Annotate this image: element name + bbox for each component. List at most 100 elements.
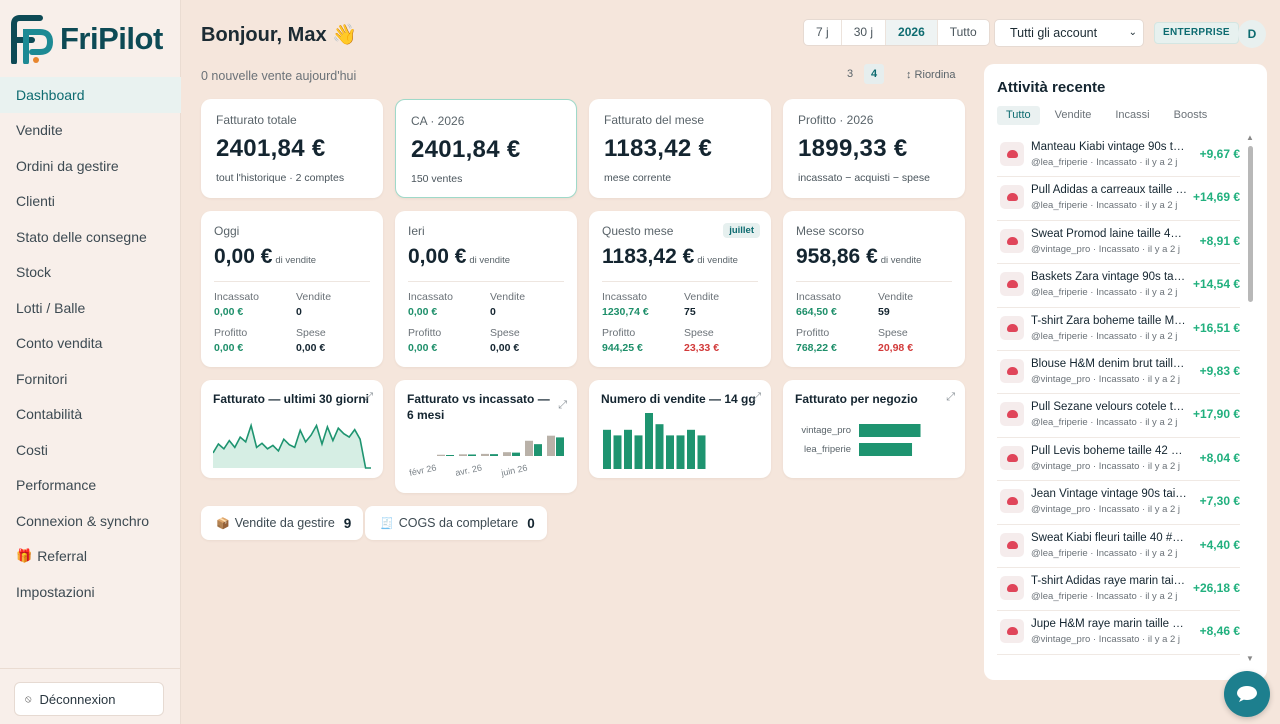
sidebar-item-vendite[interactable]: Vendite — [0, 113, 181, 149]
column-option[interactable]: 4 — [864, 64, 884, 84]
expand-icon[interactable]: ⤢ — [946, 391, 955, 404]
tab-tutto[interactable]: Tutto — [997, 106, 1040, 125]
period-option[interactable]: 30 j — [842, 20, 887, 45]
sidebar-item-clienti[interactable]: Clienti — [0, 184, 181, 220]
chart-title: Fatturato per negozio — [795, 392, 918, 406]
period-option[interactable]: Tutto — [938, 20, 989, 45]
kpi-card[interactable]: Fatturato totale 2401,84 € tout l'historiq… — [201, 99, 383, 198]
kpi-card[interactable]: CA · 2026 2401,84 € 150 ventes — [395, 99, 577, 198]
activity-item[interactable]: Pull Levis boheme taille 42 #2… @vintage_… — [997, 438, 1240, 482]
sidebar-item-impostazioni[interactable]: Impostazioni — [0, 574, 181, 610]
chart-title: Fatturato — ultimi 30 giorni — [213, 392, 370, 406]
item-amount: +8,04 € — [1199, 450, 1240, 465]
period-card[interactable]: Questo mese juillet 1183,42 € di vendite Inc… — [589, 211, 771, 367]
sidebar-item-costi[interactable]: Costi — [0, 432, 181, 468]
bar-revenue — [503, 452, 511, 456]
tab-boosts[interactable]: Boosts — [1165, 106, 1217, 125]
bar-collected — [512, 452, 520, 456]
sidebar-item-lotti-balle[interactable]: Lotti / Balle — [0, 290, 181, 326]
bar-revenue — [459, 454, 467, 456]
sidebar-item-contabilit[interactable]: Contabilità — [0, 397, 181, 433]
divider — [214, 281, 370, 282]
activity-item[interactable]: Manteau Kiabi vintage 90s taille 4… @lea_… — [997, 134, 1240, 178]
kpi-label: CA · 2026 — [411, 114, 465, 128]
item-thumbnail-icon — [1000, 402, 1024, 427]
shortcut-pill[interactable]: 🧾 COGS da completare 0 — [365, 506, 547, 540]
item-title: Sweat Kiabi fleuri taille 40 #2… — [1031, 531, 1187, 544]
stat-value: 0,00 € — [408, 342, 438, 354]
sidebar-item-label: Contabilità — [16, 406, 83, 423]
panel-title: Attività recente — [997, 79, 1106, 96]
sidebar-item-label: Performance — [16, 477, 97, 494]
stat-label: Incassato — [602, 291, 647, 303]
sidebar-item-stato-delle-consegne[interactable]: Stato delle consegne — [0, 219, 181, 255]
item-amount: +14,69 € — [1192, 190, 1240, 205]
sidebar-item-label: Conto vendita — [16, 335, 103, 352]
logo[interactable]: FriPilot — [10, 14, 163, 64]
bar-collected — [446, 455, 454, 456]
scroll-up-icon[interactable]: ▲ — [1246, 133, 1254, 142]
chart-card-revenue-by-shop[interactable]: Fatturato per negozio ⤢ vintage_pro lea_f… — [783, 380, 965, 478]
chart-card-revenue-vs-collected[interactable]: Fatturato vs incassato — 6 mesi ⤢ févr 2… — [395, 380, 577, 493]
activity-item[interactable]: T-shirt Zara boheme taille M … @lea_fripe… — [997, 308, 1240, 351]
activity-item[interactable]: Sweat Promod laine taille 40 … @vintage_p… — [997, 221, 1240, 265]
stat-value: 0,00 € — [408, 306, 438, 318]
logout-button[interactable]: ⦸ Déconnexion — [14, 682, 164, 716]
activity-item[interactable]: Blouse H&M denim brut taille … @vintage_p… — [997, 351, 1240, 395]
stat-label: Incassato — [408, 291, 453, 303]
bar-revenue — [481, 453, 489, 456]
expand-icon[interactable]: ⤢ — [364, 391, 373, 404]
sidebar-item-label: Fornitori — [16, 370, 68, 387]
expand-icon[interactable]: ⤢ — [752, 391, 761, 404]
sidebar-item-dashboard[interactable]: Dashboard — [0, 77, 181, 113]
item-title: Jupe H&M raye marin taille XL … — [1031, 618, 1187, 631]
chat-button[interactable] — [1224, 671, 1270, 717]
x-tick-label: juin 26 — [499, 463, 528, 479]
activity-item[interactable]: Sweat Kiabi fleuri taille 40 #2… @lea_fri… — [997, 525, 1240, 568]
tab-incassi[interactable]: Incassi — [1106, 106, 1158, 125]
activity-item[interactable]: Pull Adidas a carreaux taille 4… @lea_fri… — [997, 177, 1240, 221]
avatar[interactable]: D — [1238, 20, 1266, 48]
sidebar-item-fornitori[interactable]: Fornitori — [0, 361, 181, 397]
account-select[interactable]: Tutti gli account ⌄ — [994, 19, 1144, 47]
shortcut-pill[interactable]: 📦 Vendite da gestire 9 — [201, 506, 364, 540]
activity-feed[interactable]: Manteau Kiabi vintage 90s taille 4… @lea_… — [997, 134, 1240, 655]
period-label: Oggi — [214, 224, 240, 238]
activity-item[interactable]: Baskets Zara vintage 90s taill… @lea_frip… — [997, 264, 1240, 308]
chart-card-sales-count[interactable]: Numero di vendite — 14 gg ⤢ — [589, 380, 771, 478]
reorder-button[interactable]: ↕ Riordina — [906, 69, 956, 81]
period-option[interactable]: 2026 — [886, 20, 938, 45]
activity-scrollbar[interactable] — [1248, 146, 1253, 302]
sidebar-item-ordini-da-gestire[interactable]: Ordini da gestire — [0, 148, 181, 184]
activity-item[interactable]: Pull Sezane velours cotele ta… @lea_fripe… — [997, 394, 1240, 438]
activity-item[interactable]: Jupe H&M raye marin taille XL … @vintage_… — [997, 611, 1240, 655]
kpi-card[interactable]: Fatturato del mese 1183,42 € mese corrente — [589, 99, 771, 198]
sidebar-item-performance[interactable]: Performance — [0, 468, 181, 504]
sidebar-item-connexion-synchro[interactable]: Connexion & synchro — [0, 503, 181, 539]
divider — [602, 281, 758, 282]
expand-icon[interactable]: ⤢ — [558, 399, 567, 412]
bar — [676, 435, 685, 469]
column-option[interactable]: 3 — [840, 64, 860, 84]
stat-value: 0 — [296, 306, 302, 318]
stat-label: Vendite — [878, 291, 914, 303]
period-card[interactable]: Mese scorso 958,86 € di vendite Incassato 66… — [783, 211, 965, 367]
chart-title: Fatturato vs incassato — 6 mesi — [407, 392, 550, 422]
kpi-card[interactable]: Profitto · 2026 1899,33 € incassato − acqu… — [783, 99, 965, 198]
sidebar-item-referral[interactable]: 🎁 Referral — [0, 539, 181, 575]
activity-item[interactable]: T-shirt Adidas raye marin taill… @lea_fri… — [997, 568, 1240, 612]
period-option[interactable]: 7 j — [804, 20, 842, 45]
sidebar-footer: ⦸ Déconnexion — [0, 668, 181, 724]
sidebar-item-label: Impostazioni — [16, 583, 95, 600]
scroll-down-icon[interactable]: ▼ — [1246, 654, 1254, 663]
tab-vendite[interactable]: Vendite — [1046, 106, 1101, 125]
period-card[interactable]: Oggi 0,00 € di vendite Incassato 0,00 € Vendi… — [201, 211, 383, 367]
period-card[interactable]: Ieri 0,00 € di vendite Incassato 0,00 € Vendi… — [395, 211, 577, 367]
item-meta: @vintage_pro · Incassato · il y a 2 j — [1031, 634, 1181, 646]
chart-title: Numero di vendite — 14 gg — [601, 392, 756, 406]
activity-item[interactable]: Jean Vintage vintage 90s taill… @vintage_… — [997, 481, 1240, 525]
stat-label: Spese — [490, 327, 520, 339]
sidebar-item-stock[interactable]: Stock — [0, 255, 181, 291]
chart-card-revenue-30d[interactable]: Fatturato — ultimi 30 giorni ⤢ — [201, 380, 383, 478]
sidebar-item-conto-vendita[interactable]: Conto vendita — [0, 326, 181, 362]
